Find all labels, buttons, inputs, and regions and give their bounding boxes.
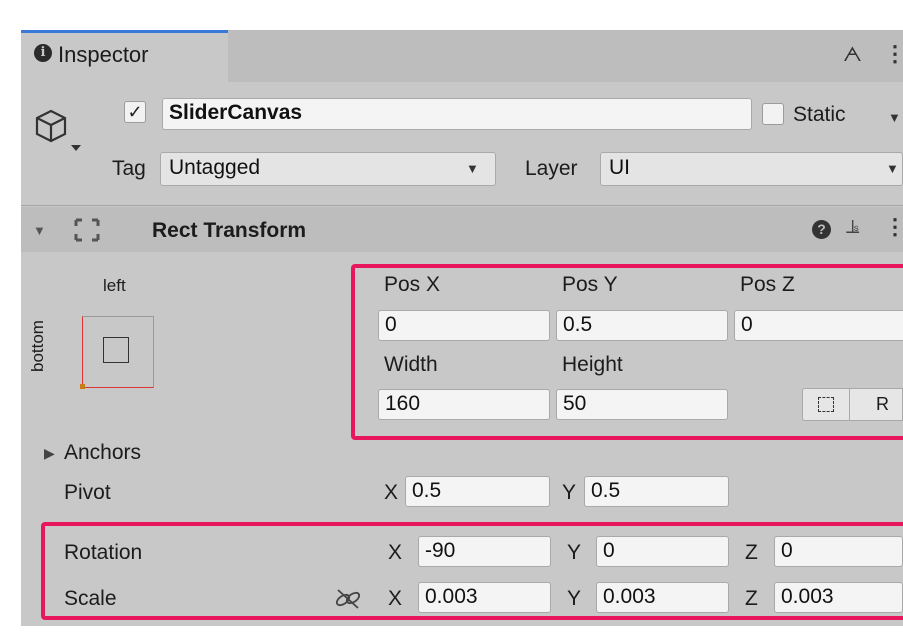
anchor-v-label: bottom: [28, 320, 47, 372]
chevron-down-icon: ▼: [466, 161, 479, 176]
pos-z-input[interactable]: 0: [734, 310, 903, 341]
pivot-x-input[interactable]: 0.5: [405, 476, 550, 507]
layer-value: UI: [609, 156, 630, 179]
divider: [21, 205, 903, 206]
height-label: Height: [562, 353, 623, 376]
height-input[interactable]: 50: [556, 389, 728, 420]
pivot-y-label: Y: [562, 481, 577, 504]
raw-edit-button[interactable]: R: [850, 388, 903, 421]
blueprint-button[interactable]: [802, 388, 850, 421]
layer-label: Layer: [525, 157, 578, 180]
static-dropdown-chevron-icon[interactable]: ▼: [888, 110, 901, 125]
rotation-z-label: Z: [745, 541, 758, 564]
pos-x-label: Pos X: [384, 273, 441, 296]
rotation-x-input[interactable]: -90: [418, 536, 551, 567]
tag-dropdown[interactable]: Untagged: [160, 152, 496, 186]
link-scale-icon[interactable]: [334, 588, 362, 610]
gameobject-cube-icon: [35, 109, 81, 151]
tag-label: Tag: [112, 157, 146, 180]
width-label: Width: [384, 353, 438, 376]
help-icon[interactable]: ?: [812, 220, 831, 239]
scale-y-input[interactable]: 0.003: [596, 582, 729, 613]
pos-y-input[interactable]: 0.5: [556, 310, 728, 341]
scale-x-label: X: [388, 587, 403, 610]
pivot-dot: [80, 384, 85, 389]
pivot-label: Pivot: [64, 481, 111, 504]
pos-x-input[interactable]: 0: [378, 310, 550, 341]
scale-label: Scale: [64, 587, 117, 610]
scale-z-input[interactable]: 0.003: [774, 582, 903, 613]
pivot-x-label: X: [384, 481, 399, 504]
kebab-icon[interactable]: ⋮: [884, 214, 903, 240]
layer-dropdown[interactable]: UI: [600, 152, 903, 186]
tag-value: Untagged: [169, 156, 261, 179]
scale-z-label: Z: [745, 587, 758, 610]
rotation-y-input[interactable]: 0: [596, 536, 729, 567]
tab-inspector-label: Inspector: [58, 42, 149, 67]
active-checkbox[interactable]: ✓: [124, 101, 146, 123]
info-icon: i: [34, 44, 52, 62]
anchors-foldout-icon[interactable]: ▶: [44, 445, 55, 462]
static-checkbox[interactable]: [762, 103, 784, 125]
rotation-label: Rotation: [64, 541, 143, 564]
blueprint-icon: [818, 397, 834, 412]
pivot-y-input[interactable]: 0.5: [584, 476, 729, 507]
pos-z-label: Pos Z: [740, 273, 795, 296]
rotation-z-input[interactable]: 0: [774, 536, 903, 567]
pos-y-label: Pos Y: [562, 273, 618, 296]
static-label: Static: [793, 103, 846, 126]
kebab-icon[interactable]: ⋮: [884, 41, 903, 67]
lock-icon[interactable]: ᗅ: [843, 44, 862, 67]
anchor-preset-button[interactable]: [80, 316, 154, 389]
anchors-label[interactable]: Anchors: [64, 441, 141, 465]
rect-transform-title: Rect Transform: [152, 219, 307, 242]
anchor-preset-rect: [103, 337, 129, 363]
width-input[interactable]: 160: [378, 389, 550, 420]
gameobject-name-input[interactable]: SliderCanvas: [162, 98, 752, 130]
scale-x-input[interactable]: 0.003: [418, 582, 551, 613]
rotation-x-label: X: [388, 541, 403, 564]
preset-icon[interactable]: ⫡: [846, 216, 859, 239]
anchor-h-label: left: [103, 276, 126, 295]
chevron-down-icon: ▼: [886, 161, 899, 176]
scale-y-label: Y: [567, 587, 582, 610]
foldout-icon[interactable]: ▼: [33, 223, 46, 238]
rotation-y-label: Y: [567, 541, 582, 564]
rect-transform-icon: [74, 218, 100, 242]
